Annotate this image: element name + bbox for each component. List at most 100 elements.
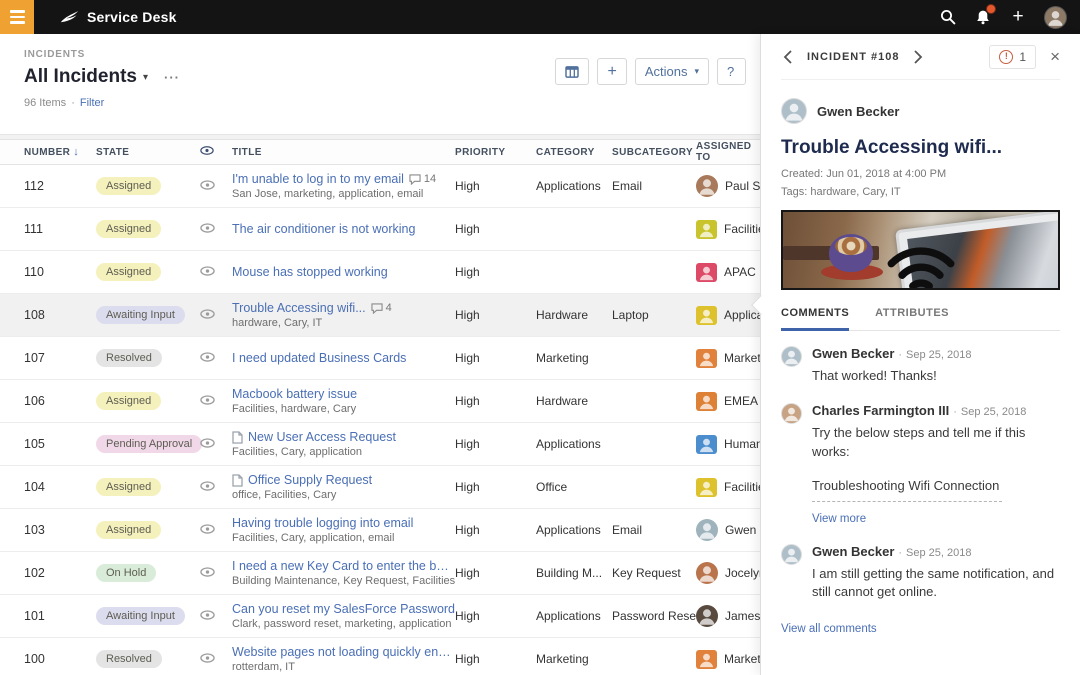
table-row[interactable]: 104 Assigned Office Supply Request offic… (0, 466, 760, 509)
eye-icon[interactable] (200, 223, 215, 233)
incident-title-link[interactable]: I need a new Key Card to enter the build… (232, 559, 455, 573)
eye-icon[interactable] (200, 352, 215, 362)
table-columns-icon (565, 65, 580, 78)
chevron-down-icon[interactable]: ▾ (143, 72, 148, 83)
create-new-icon[interactable]: + (1009, 7, 1027, 26)
column-header-category[interactable]: CATEGORY (536, 147, 612, 158)
column-header-subcategory[interactable]: SUBCATEGORY (612, 147, 696, 158)
prev-incident-icon[interactable] (781, 49, 795, 64)
eye-icon[interactable] (200, 567, 215, 577)
filter-link[interactable]: Filter (80, 97, 104, 109)
eye-icon[interactable] (200, 266, 215, 276)
eye-icon[interactable] (200, 481, 215, 491)
table-row[interactable]: 101 Awaiting Input Can you reset my Sale… (0, 595, 760, 638)
priority-cell: High (455, 566, 480, 580)
table-row[interactable]: 106 Assigned Macbook battery issue Facil… (0, 380, 760, 423)
incident-title-link[interactable]: Can you reset my SalesForce Password (232, 602, 455, 616)
column-header-watch[interactable] (200, 146, 232, 158)
table-row[interactable]: 103 Assigned Having trouble logging into… (0, 509, 760, 552)
view-more-link[interactable]: View more (812, 513, 866, 525)
assignee-cell: Facilities (696, 477, 760, 497)
status-badge: Awaiting Input (96, 607, 185, 625)
tab-attributes[interactable]: ATTRIBUTES (875, 307, 949, 330)
incident-title-link[interactable]: Trouble Accessing wifi... (232, 301, 366, 315)
category-cell: Hardware (536, 308, 589, 322)
alert-count: 1 (1019, 49, 1027, 64)
incident-title-link[interactable]: Macbook battery issue (232, 387, 357, 401)
table-row[interactable]: 112 Assigned I'm unable to log in to my … (0, 165, 760, 208)
table-row[interactable]: 110 Assigned Mouse has stopped working H… (0, 251, 760, 294)
requester-name[interactable]: Gwen Becker (817, 104, 899, 119)
notifications-bell-icon[interactable] (974, 4, 996, 26)
incident-title-link[interactable]: The air conditioner is not working (232, 222, 415, 236)
column-header-state[interactable]: STATE (96, 147, 200, 158)
solarwinds-icon (60, 10, 79, 22)
alert-counter[interactable]: ! 1 (989, 44, 1037, 69)
table-row[interactable]: 111 Assigned The air conditioner is not … (0, 208, 760, 251)
incident-title-link[interactable]: I need updated Business Cards (232, 351, 406, 365)
help-icon: ? (727, 64, 735, 79)
view-all-comments-link[interactable]: View all comments (781, 623, 877, 635)
table-row[interactable]: 100 Resolved Website pages not loading q… (0, 638, 760, 675)
assignee-name: Facilities (724, 480, 760, 494)
table-row[interactable]: 108 Awaiting Input Trouble Accessing wif… (0, 294, 760, 337)
eye-icon[interactable] (200, 395, 215, 405)
assignee-group-icon (696, 219, 717, 239)
close-icon[interactable]: × (1050, 48, 1060, 65)
search-icon[interactable] (939, 8, 957, 26)
actions-label: Actions (644, 64, 688, 79)
eye-icon[interactable] (200, 524, 215, 534)
comment-author[interactable]: Gwen Becker (812, 346, 894, 361)
eye-icon[interactable] (200, 610, 215, 620)
incident-detail-panel: INCIDENT #108 ! 1 × Gwen Becker Trouble … (760, 34, 1080, 675)
hamburger-menu-button[interactable] (0, 0, 34, 34)
comment-separator: · (953, 405, 957, 418)
category-cell: Applications (536, 523, 601, 537)
status-badge: Assigned (96, 392, 162, 410)
incident-title-link[interactable]: Office Supply Request (248, 473, 372, 487)
incident-title-link[interactable]: Having trouble logging into email (232, 516, 413, 530)
table-row[interactable]: 107 Resolved I need updated Business Car… (0, 337, 760, 380)
actions-button[interactable]: Actions ▾ (634, 58, 709, 85)
comment-author[interactable]: Charles Farmington III (812, 403, 949, 418)
incident-title-link[interactable]: New User Access Request (248, 430, 396, 444)
assignee-group-icon (696, 348, 717, 368)
help-button[interactable]: ? (717, 58, 746, 85)
eye-icon[interactable] (200, 438, 215, 448)
incident-title-link[interactable]: I'm unable to log in to my email (232, 172, 404, 186)
add-incident-button[interactable]: + (597, 58, 627, 85)
tab-comments[interactable]: COMMENTS (781, 307, 850, 331)
incident-number: 104 (24, 480, 45, 494)
assignee-cell: Paul Smith (696, 175, 760, 197)
eye-icon[interactable] (200, 180, 215, 190)
table-row[interactable]: 102 On Hold I need a new Key Card to ent… (0, 552, 760, 595)
column-header-number[interactable]: NUMBER ↓ (24, 146, 96, 158)
incident-title-link[interactable]: Mouse has stopped working (232, 265, 388, 279)
table-row[interactable]: 105 Pending Approval New User Access Req… (0, 423, 760, 466)
comment-separator: · (898, 349, 903, 361)
more-options-icon[interactable]: ··· (164, 70, 180, 85)
incident-title: Trouble Accessing wifi... (781, 137, 1003, 158)
user-avatar[interactable] (1044, 5, 1067, 29)
column-header-priority[interactable]: PRIORITY (455, 147, 536, 158)
comment-body: Try the below steps and tell me if this … (812, 424, 1026, 459)
eye-icon[interactable] (200, 653, 215, 663)
assignee-group-icon (696, 477, 717, 497)
notification-badge (986, 4, 996, 14)
column-header-assigned-to[interactable]: ASSIGNED TO (696, 141, 760, 163)
comment-author[interactable]: Gwen Becker (812, 544, 894, 559)
column-header-title[interactable]: TITLE (232, 147, 455, 158)
incident-number: 102 (24, 566, 45, 580)
chevron-down-icon: ▾ (694, 66, 699, 76)
page-title[interactable]: All Incidents (24, 66, 137, 88)
comment-date: Sep 25, 2018 (906, 349, 972, 361)
assignee-name: Human R (724, 437, 760, 451)
column-settings-button[interactable] (555, 58, 590, 85)
category-cell: Applications (536, 437, 601, 451)
next-incident-icon[interactable] (911, 49, 925, 64)
incident-title-link[interactable]: Website pages not loading quickly enough (232, 645, 455, 659)
incident-tags: rotterdam, IT (232, 661, 295, 673)
document-icon (232, 473, 243, 487)
eye-icon[interactable] (200, 309, 215, 319)
incident-number: 103 (24, 523, 45, 537)
